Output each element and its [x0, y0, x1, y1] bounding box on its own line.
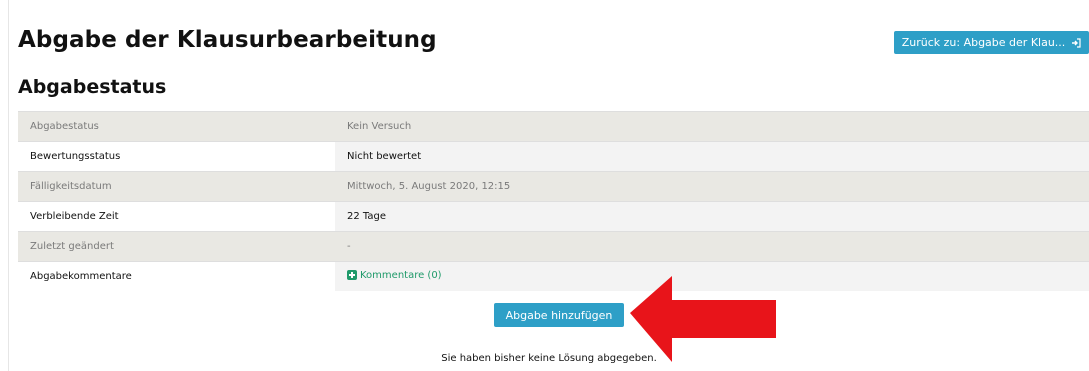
section-title: Abgabestatus: [18, 76, 167, 98]
no-submission-note: Sie haben bisher keine Lösung abgegeben.: [441, 353, 657, 364]
comments-link-label: Kommentare (0): [360, 269, 442, 281]
row-label: Fälligkeitsdatum: [18, 171, 335, 202]
page-left-border: [8, 0, 9, 371]
row-label: Abgabestatus: [18, 111, 335, 142]
row-label: Bewertungsstatus: [18, 141, 335, 172]
back-to-assignment-button[interactable]: Zurück zu: Abgabe der Klau...: [894, 31, 1089, 54]
row-label: Abgabekommentare: [18, 261, 335, 291]
row-value: -: [335, 231, 1089, 262]
row-value: 22 Tage: [335, 201, 1089, 232]
plus-square-icon: [347, 270, 357, 281]
red-arrow-icon: [630, 276, 776, 362]
table-row: Zuletzt geändert -: [18, 231, 1089, 262]
row-label: Verbleibende Zeit: [18, 201, 335, 232]
add-submission-button[interactable]: Abgabe hinzufügen: [494, 303, 624, 327]
back-button-label: Zurück zu: Abgabe der Klau...: [901, 36, 1066, 49]
table-row: Abgabekommentare Kommentare (0): [18, 261, 1089, 291]
row-value: Mittwoch, 5. August 2020, 12:15: [335, 171, 1089, 202]
row-value: Nicht bewertet: [335, 141, 1089, 172]
table-row: Bewertungsstatus Nicht bewertet: [18, 141, 1089, 172]
row-label: Zuletzt geändert: [18, 231, 335, 262]
sign-in-icon: [1071, 37, 1081, 48]
comments-link[interactable]: Kommentare (0): [347, 270, 442, 281]
table-row: Verbleibende Zeit 22 Tage: [18, 201, 1089, 232]
submission-status-table: Abgabestatus Kein Versuch Bewertungsstat…: [18, 111, 1089, 291]
table-row: Abgabestatus Kein Versuch: [18, 111, 1089, 142]
table-row: Fälligkeitsdatum Mittwoch, 5. August 202…: [18, 171, 1089, 202]
row-value: Kein Versuch: [335, 111, 1089, 142]
page-title: Abgabe der Klausurbearbeitung: [18, 27, 437, 53]
